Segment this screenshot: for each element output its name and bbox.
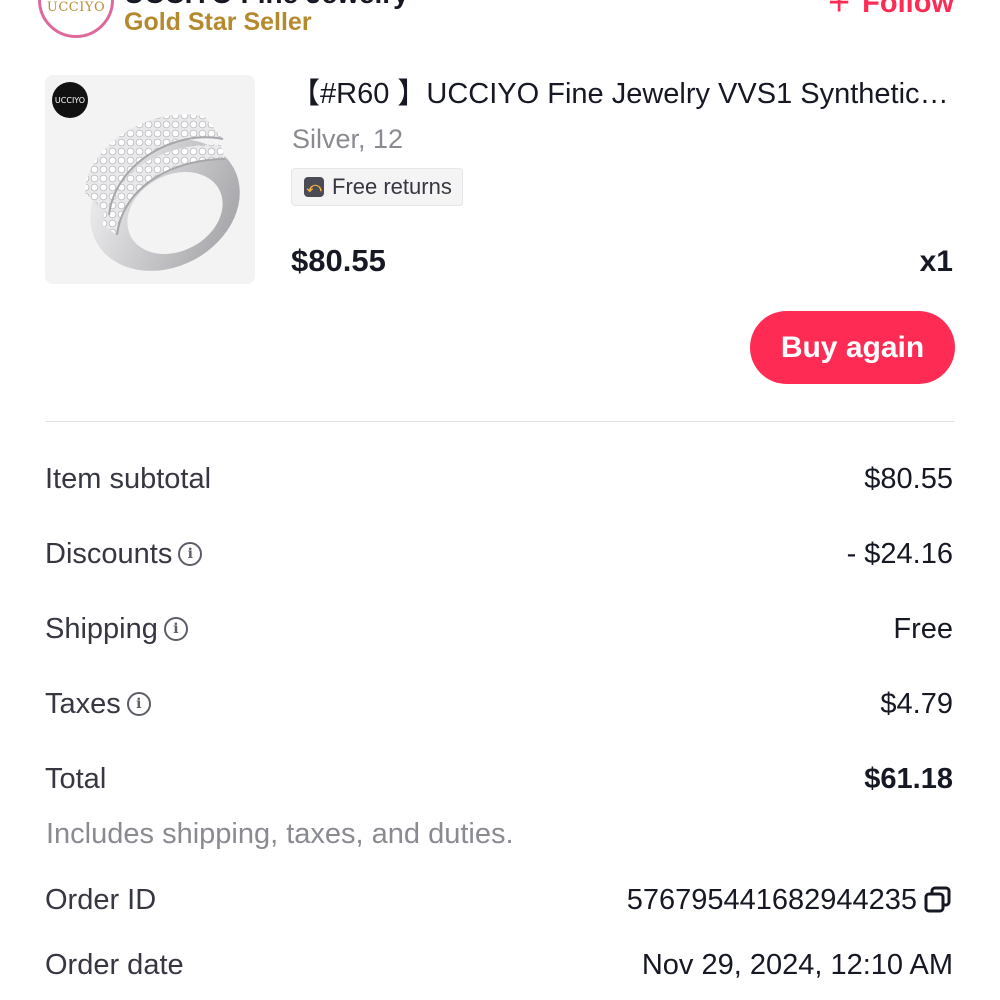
brand-mark: UCCIYO xyxy=(52,82,88,118)
free-returns-label: Free returns xyxy=(332,174,452,199)
seller-badge: Gold Star Seller xyxy=(124,8,312,36)
product-variant: Silver, 12 xyxy=(292,124,404,154)
taxes-value: $4.79 xyxy=(880,687,953,720)
shipping-label-group: Shipping i xyxy=(45,613,188,646)
shipping-value: Free xyxy=(893,612,953,645)
brand-mark-text: UCCIYO xyxy=(54,95,86,105)
divider xyxy=(45,421,955,422)
shipping-label: Shipping xyxy=(45,612,158,645)
total-value: $61.18 xyxy=(864,762,953,795)
order-date-value: Nov 29, 2024, 12:10 AM xyxy=(641,948,953,981)
taxes-label-group: Taxes i xyxy=(45,688,151,721)
total-note: Includes shipping, taxes, and duties. xyxy=(46,818,514,850)
product-quantity: x1 xyxy=(919,245,953,278)
free-returns-tag: ⤺ Free returns xyxy=(291,168,463,206)
info-icon[interactable]: i xyxy=(126,692,151,716)
item-subtotal-value: $80.55 xyxy=(864,462,953,495)
product-title[interactable]: 【#R60 】UCCIYO Fine Jewelry VVS1 Syntheti… xyxy=(291,76,953,112)
plus-icon: + xyxy=(827,0,851,24)
shipping-row: Shipping i Free xyxy=(45,609,953,649)
order-id-label: Order ID xyxy=(45,883,157,916)
discounts-label-group: Discounts i xyxy=(45,537,203,571)
total-label: Total xyxy=(45,762,107,795)
item-subtotal-label: Item subtotal xyxy=(45,462,212,495)
item-subtotal-row: Item subtotal $80.55 xyxy=(45,459,953,499)
product-image[interactable]: UCCIYO xyxy=(45,75,255,284)
order-id-row: Order ID 576795441682944235 xyxy=(45,880,953,920)
product-price: $80.55 xyxy=(291,243,386,278)
return-arrow-icon: ⤺ xyxy=(304,177,324,197)
follow-button[interactable]: + Follow xyxy=(828,0,954,22)
discounts-value: - $24.16 xyxy=(846,537,953,570)
info-icon[interactable]: i xyxy=(163,617,188,641)
buy-again-button[interactable]: Buy again xyxy=(750,311,955,384)
order-date-label: Order date xyxy=(45,948,184,981)
order-id-value: 576795441682944235 xyxy=(626,883,917,916)
order-id-group: 576795441682944235 xyxy=(627,884,953,917)
info-icon[interactable]: i xyxy=(178,542,203,566)
total-row: Total $61.18 xyxy=(45,759,953,799)
follow-label: Follow xyxy=(862,0,954,19)
seller-logo[interactable]: UCCIYO xyxy=(38,0,114,38)
taxes-label: Taxes xyxy=(45,687,121,720)
discounts-label: Discounts xyxy=(45,537,173,570)
discounts-row: Discounts i - $24.16 xyxy=(45,534,953,574)
seller-logo-text: UCCIYO xyxy=(46,0,106,15)
copy-icon[interactable] xyxy=(923,885,953,915)
taxes-row: Taxes i $4.79 xyxy=(45,684,953,724)
order-date-row: Order date Nov 29, 2024, 12:10 AM xyxy=(45,945,953,985)
